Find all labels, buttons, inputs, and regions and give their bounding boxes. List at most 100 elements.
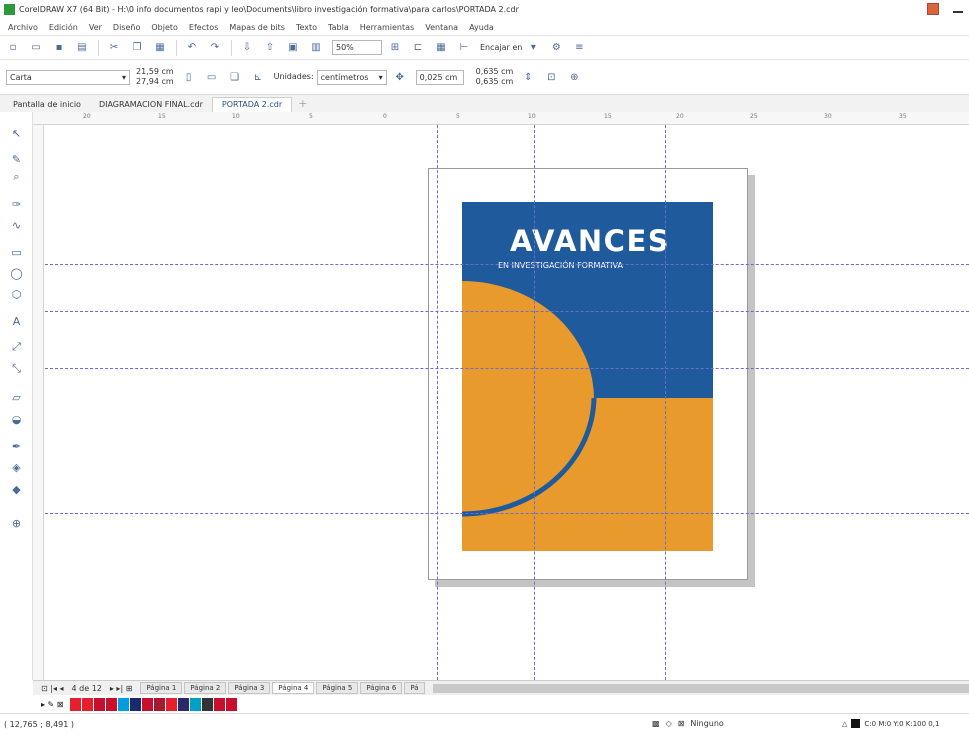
- color-swatch[interactable]: [165, 697, 177, 711]
- horizontal-guideline[interactable]: [45, 513, 969, 514]
- artistic-media-tool-icon[interactable]: ∿: [9, 218, 24, 232]
- app-notification-icon[interactable]: [927, 3, 939, 15]
- import-icon[interactable]: ⇩: [240, 41, 254, 55]
- color-swatch[interactable]: [93, 697, 105, 711]
- save-icon[interactable]: ▪: [52, 41, 66, 55]
- page-tab-1[interactable]: Página 1: [140, 682, 183, 694]
- drop-shadow-tool-icon[interactable]: ▱: [9, 390, 24, 404]
- color-swatch[interactable]: [213, 697, 225, 711]
- landscape-icon[interactable]: ▭: [205, 70, 219, 84]
- polygon-tool-icon[interactable]: ⬡: [9, 287, 24, 301]
- menu-objeto[interactable]: Objeto: [151, 23, 178, 32]
- first-page-icon[interactable]: ⊡ |◂ ◂: [41, 684, 64, 693]
- page-tab-2[interactable]: Página 2: [184, 682, 227, 694]
- color-swatch[interactable]: [225, 697, 237, 711]
- menu-ver[interactable]: Ver: [89, 23, 102, 32]
- horizontal-guideline[interactable]: [45, 264, 969, 265]
- interactive-fill-tool-icon[interactable]: ◈: [9, 460, 24, 474]
- publish-pdf-icon[interactable]: ▣: [286, 41, 300, 55]
- snap-to-dropdown[interactable]: Encajar en: [480, 43, 522, 53]
- ellipse-tool-icon[interactable]: ◯: [9, 266, 24, 280]
- menu-mapas-de-bits[interactable]: Mapas de bits: [229, 23, 285, 32]
- units-select[interactable]: centímetros ▾: [316, 69, 387, 85]
- color-swatch[interactable]: [105, 697, 117, 711]
- vertical-guideline[interactable]: [534, 125, 535, 680]
- document-page[interactable]: AVANCES EN INVESTIGACIÓN FORMATIVA: [428, 168, 748, 580]
- full-screen-icon[interactable]: ⊞: [388, 41, 402, 55]
- application-options-icon[interactable]: ≡: [572, 41, 586, 55]
- document-page-icon[interactable]: ⊡: [544, 70, 558, 84]
- vertical-guideline[interactable]: [437, 125, 438, 680]
- color-swatch[interactable]: [69, 697, 81, 711]
- show-grid-icon[interactable]: ▦: [434, 41, 448, 55]
- redo-icon[interactable]: ↷: [208, 41, 222, 55]
- rectangle-tool-icon[interactable]: ▭: [9, 245, 24, 259]
- add-icon[interactable]: ⊕: [567, 70, 581, 84]
- portrait-icon[interactable]: ▯: [182, 70, 196, 84]
- zoom-level-combo[interactable]: 50%: [332, 40, 382, 55]
- minimize-icon[interactable]: [953, 11, 963, 13]
- drawing-canvas[interactable]: AVANCES EN INVESTIGACIÓN FORMATIVA: [45, 125, 969, 680]
- menu-ventana[interactable]: Ventana: [425, 23, 458, 32]
- app-launcher-icon[interactable]: ▥: [309, 41, 323, 55]
- undo-icon[interactable]: ↶: [185, 41, 199, 55]
- new-document-icon[interactable]: ▫: [6, 41, 20, 55]
- menu-herramientas[interactable]: Herramientas: [360, 23, 415, 32]
- horizontal-scrollbar[interactable]: [432, 683, 969, 693]
- menu-ayuda[interactable]: Ayuda: [469, 23, 494, 32]
- cut-icon[interactable]: ✂: [107, 41, 121, 55]
- menu-edicion[interactable]: Edición: [49, 23, 78, 32]
- shape-tool-icon[interactable]: ✎: [9, 152, 24, 166]
- new-tab-button[interactable]: +: [292, 97, 313, 112]
- nudge-distance-field[interactable]: 0,025 cm: [415, 69, 464, 85]
- last-page-icon[interactable]: ▸ ▸| ⊞: [110, 684, 133, 693]
- tab-pantalla-de-inicio[interactable]: Pantalla de inicio: [4, 98, 90, 112]
- horizontal-ruler[interactable]: 20 15 10 5 0 5 10 15 20 25 30 35: [33, 112, 969, 125]
- all-pages-icon[interactable]: ❏: [228, 70, 242, 84]
- page-tab-3[interactable]: Página 3: [228, 682, 271, 694]
- parallel-dimension-tool-icon[interactable]: ⤢: [9, 340, 24, 354]
- add-tool-icon[interactable]: ⊕: [9, 516, 24, 530]
- menu-diseno[interactable]: Diseño: [113, 23, 140, 32]
- copy-icon[interactable]: ❐: [130, 41, 144, 55]
- page-height-field[interactable]: 27,94 cm: [136, 77, 174, 87]
- pick-tool-icon[interactable]: ↖: [9, 126, 24, 140]
- color-swatch[interactable]: [81, 697, 93, 711]
- page-tab-4[interactable]: Página 4: [272, 682, 315, 694]
- freehand-tool-icon[interactable]: ✑: [9, 197, 24, 211]
- duplicate-x-field[interactable]: 0,635 cm: [476, 67, 514, 77]
- menu-tabla[interactable]: Tabla: [328, 23, 349, 32]
- color-swatch[interactable]: [141, 697, 153, 711]
- smart-fill-tool-icon[interactable]: ◆: [9, 482, 24, 496]
- menu-efectos[interactable]: Efectos: [189, 23, 218, 32]
- palette-arrow-icon[interactable]: ▸ ✎ ⊠: [41, 700, 64, 709]
- show-rulers-icon[interactable]: ⊏: [411, 41, 425, 55]
- menu-archivo[interactable]: Archivo: [8, 23, 38, 32]
- duplicate-y-field[interactable]: 0,635 cm: [476, 77, 514, 87]
- spinner-icon[interactable]: ⇕: [521, 70, 535, 84]
- text-tool-icon[interactable]: A: [9, 314, 24, 328]
- transparency-tool-icon[interactable]: ◒: [9, 412, 24, 426]
- menu-texto[interactable]: Texto: [296, 23, 317, 32]
- page-tab-7[interactable]: Pá: [404, 682, 425, 694]
- color-swatch[interactable]: [153, 697, 165, 711]
- color-swatch[interactable]: [117, 697, 129, 711]
- paste-icon[interactable]: ▦: [153, 41, 167, 55]
- horizontal-guideline[interactable]: [45, 311, 969, 312]
- zoom-tool-icon[interactable]: ⌕: [9, 170, 24, 184]
- tab-portada-2[interactable]: PORTADA 2.cdr: [211, 97, 293, 112]
- cover-design[interactable]: AVANCES EN INVESTIGACIÓN FORMATIVA: [462, 202, 713, 551]
- color-swatch[interactable]: [177, 697, 189, 711]
- vertical-ruler[interactable]: [33, 125, 44, 680]
- open-icon[interactable]: ▭: [29, 41, 43, 55]
- page-width-field[interactable]: 21,59 cm: [136, 67, 174, 77]
- connector-tool-icon[interactable]: ⤡: [9, 362, 24, 376]
- current-page-icon[interactable]: ⊾: [251, 70, 265, 84]
- vertical-guideline[interactable]: [665, 125, 666, 680]
- show-guidelines-icon[interactable]: ⊢: [457, 41, 471, 55]
- page-tab-5[interactable]: Página 5: [316, 682, 359, 694]
- color-swatch[interactable]: [201, 697, 213, 711]
- eyedropper-tool-icon[interactable]: ✒: [9, 439, 24, 453]
- paper-size-select[interactable]: Carta ▾: [6, 69, 130, 85]
- print-icon[interactable]: ▤: [75, 41, 89, 55]
